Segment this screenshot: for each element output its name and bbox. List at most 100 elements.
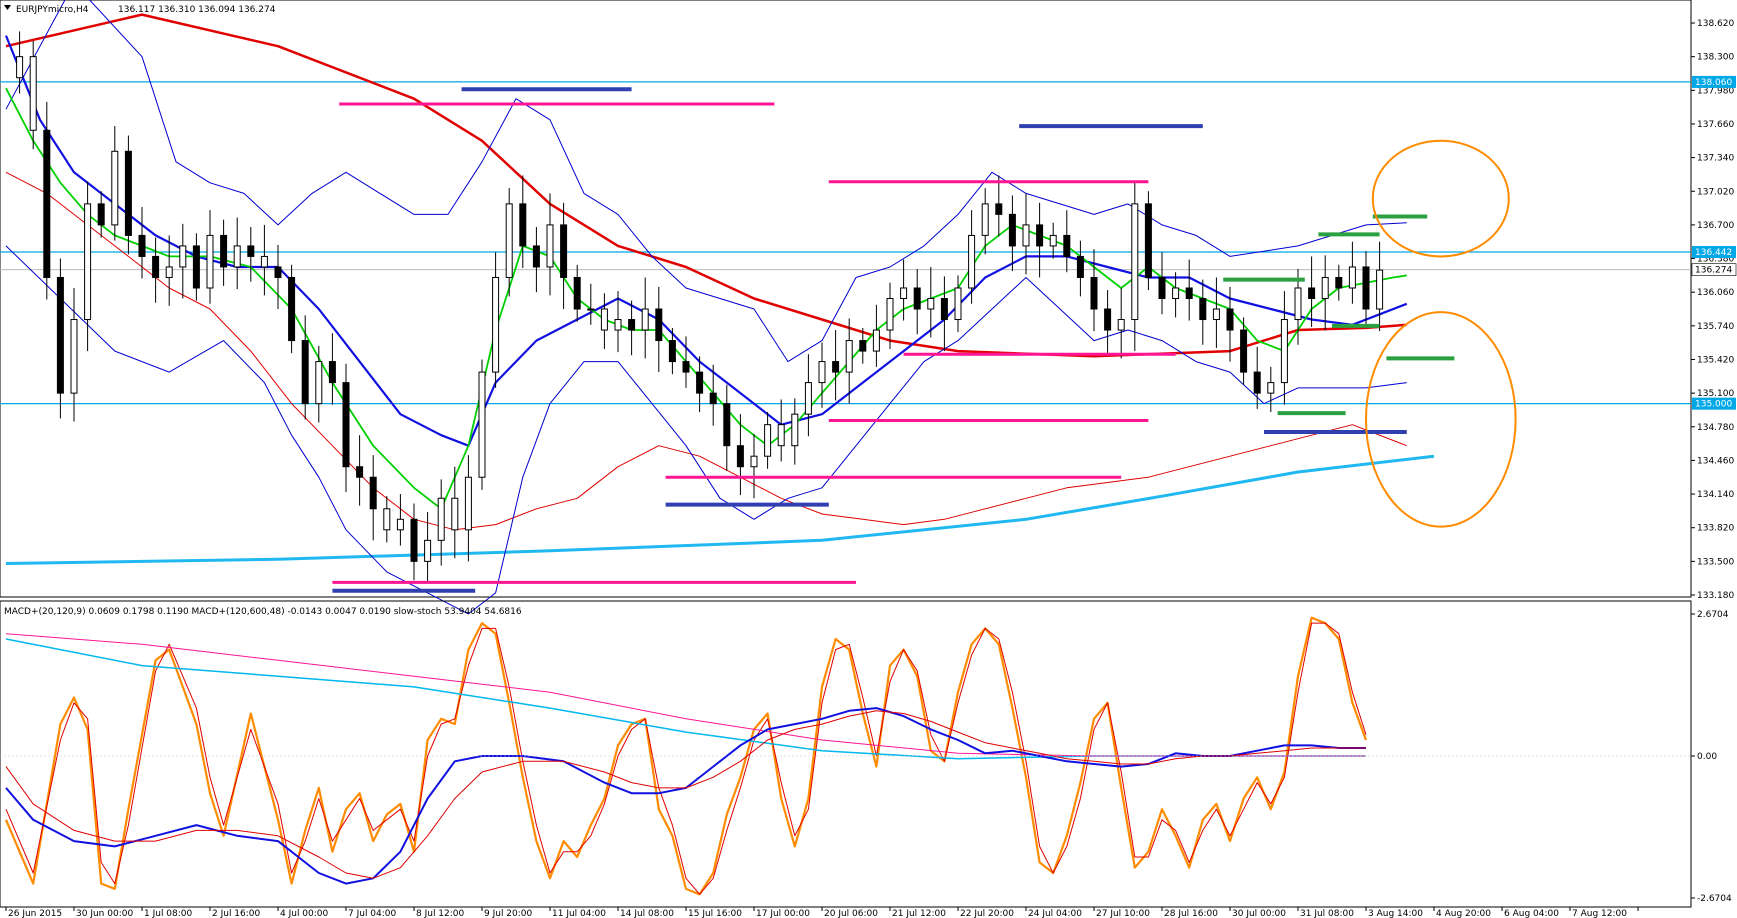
time-tick-label: 7 Aug 12:00 <box>1572 909 1627 918</box>
candle-body <box>84 203 92 321</box>
candle-body <box>383 508 391 531</box>
candle-body <box>1376 269 1384 310</box>
candle-body <box>981 203 989 236</box>
time-tick-label: 3 Aug 14:00 <box>1368 909 1423 918</box>
candle-body <box>560 224 568 278</box>
candle-body <box>1321 276 1329 299</box>
candle-body <box>1348 266 1356 289</box>
price-tick-label: 135.420 <box>1697 355 1734 365</box>
candle-body <box>124 150 132 236</box>
time-tick-label: 31 Jul 08:00 <box>1300 909 1354 918</box>
time-tick-label: 7 Jul 04:00 <box>348 909 397 918</box>
candle-body <box>70 319 78 394</box>
candle-body <box>573 276 581 310</box>
candle-body <box>342 382 350 468</box>
time-tick-label: 30 Jun 00:00 <box>76 909 133 918</box>
current-price-label: 136.274 <box>1695 266 1732 276</box>
candle-body <box>260 255 268 268</box>
candle-body <box>1008 213 1016 247</box>
candle-body <box>464 476 472 531</box>
oscillator-tick-label: -2.6704 <box>1697 894 1732 904</box>
time-tick-label: 28 Jul 16:00 <box>1164 909 1218 918</box>
candle-body <box>927 298 935 310</box>
candle-body <box>410 518 418 562</box>
candle-body <box>940 298 948 321</box>
candle-body <box>1267 382 1275 394</box>
price-level-label: 135.000 <box>1695 400 1732 410</box>
price-tick-label: 133.500 <box>1697 557 1734 567</box>
price-tick-label: 134.780 <box>1697 423 1734 433</box>
candle-body <box>369 476 377 510</box>
candle-body <box>356 466 364 478</box>
candle-body <box>505 203 513 278</box>
candle-body <box>1144 203 1152 278</box>
oscillator-tick-label: 2.6704 <box>1697 610 1729 620</box>
candle-body <box>1049 234 1057 247</box>
candle-body <box>1022 224 1030 247</box>
candle-body <box>1172 287 1180 299</box>
candle-body <box>818 361 826 384</box>
candle-body <box>451 497 459 531</box>
candle-body <box>832 361 840 373</box>
candle-body <box>1036 224 1044 247</box>
price-tick-label: 133.180 <box>1697 591 1734 601</box>
time-tick-label: 14 Jul 08:00 <box>620 909 674 918</box>
price-tick-label: 137.660 <box>1697 120 1734 130</box>
candle-body <box>968 234 976 289</box>
candle-body <box>247 245 255 257</box>
candle-body <box>1335 276 1343 289</box>
candle-body <box>532 245 540 268</box>
candle-body <box>152 255 160 278</box>
time-tick-label: 8 Jul 12:00 <box>416 909 465 918</box>
candle-body <box>709 392 717 405</box>
price-tick-label: 136.060 <box>1697 288 1734 298</box>
candle-body <box>845 340 853 373</box>
symbol-title: EURJPYmicro,H4 <box>16 5 89 15</box>
price-tick-label: 138.620 <box>1697 19 1734 29</box>
ohlc-values: 136.117 136.310 136.094 136.274 <box>118 5 276 15</box>
candle-body <box>1090 276 1098 310</box>
candle-body <box>396 518 404 531</box>
candle-body <box>995 203 1003 215</box>
candle-body <box>43 129 51 278</box>
time-tick-label: 6 Aug 04:00 <box>1504 909 1559 918</box>
candle-body <box>804 382 812 415</box>
candle-body <box>1158 276 1166 299</box>
time-tick-label: 27 Jul 10:00 <box>1096 909 1150 918</box>
candle-body <box>1362 266 1370 310</box>
candle-body <box>1131 203 1139 321</box>
candle-body <box>206 234 214 289</box>
candle-body <box>600 308 608 331</box>
candle-body <box>16 56 24 79</box>
candle-body <box>301 340 309 405</box>
chart-canvas: 133.180 133.500 133.820 134.140 134.460 134.7… <box>0 0 1737 918</box>
price-tick-label: 136.700 <box>1697 221 1734 231</box>
time-tick-label: 21 Jul 12:00 <box>892 909 946 918</box>
candle-body <box>587 308 595 311</box>
candle-body <box>954 287 962 321</box>
candle-body <box>546 224 554 268</box>
candle-body <box>138 234 146 257</box>
candle-body <box>1212 308 1220 321</box>
candle-body <box>56 276 64 394</box>
price-tick-label: 137.340 <box>1697 154 1734 164</box>
candle-body <box>1185 287 1193 299</box>
time-tick-label: 26 Jun 2015 <box>8 909 62 918</box>
price-tick-label: 134.460 <box>1697 456 1734 466</box>
candle-body <box>315 361 323 405</box>
candle-body <box>1308 287 1316 299</box>
candle-body <box>777 424 785 447</box>
oscillator-title: MACD+(20,120,9) 0.0609 0.1798 0.1190 MAC… <box>4 607 522 617</box>
price-level-label: 136.442 <box>1695 248 1732 258</box>
candle-body <box>192 245 200 289</box>
candle-body <box>641 308 649 331</box>
chart-header: EURJPYmicro,H4 136.117 136.310 136.094 1… <box>4 5 276 15</box>
candle-body <box>614 319 622 331</box>
candle-body <box>220 234 228 268</box>
time-tick-label: 4 Aug 20:00 <box>1436 909 1491 918</box>
time-tick-label: 30 Jul 00:00 <box>1232 909 1286 918</box>
time-tick-label: 9 Jul 20:00 <box>484 909 533 918</box>
candle-body <box>1240 329 1248 373</box>
candle-body <box>682 361 690 373</box>
time-tick-label: 2 Jul 16:00 <box>212 909 261 918</box>
